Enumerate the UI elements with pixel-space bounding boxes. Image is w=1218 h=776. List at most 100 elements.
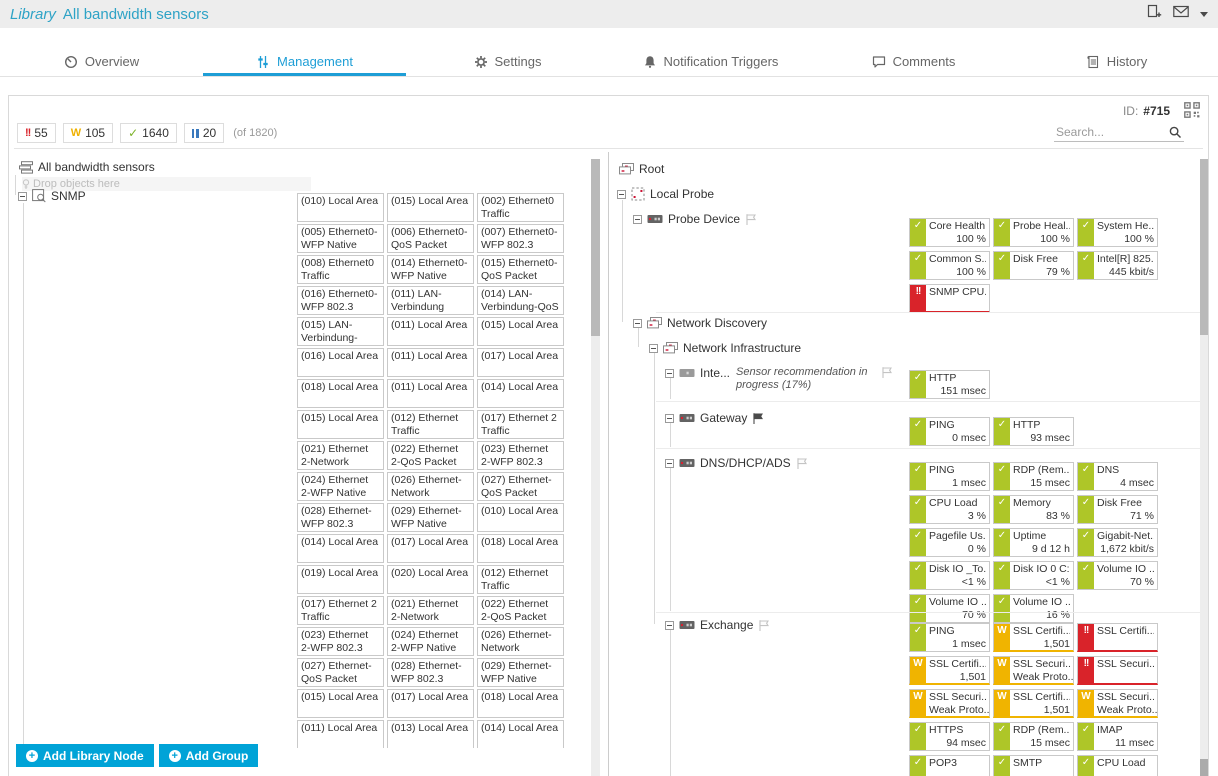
library-sensor-tile[interactable]: (008) Ethernet0 Traffic xyxy=(297,255,384,284)
library-sensor-tile[interactable]: (014) Local Area xyxy=(477,379,564,408)
sensor-tile[interactable]: ✓HTTP93 msec xyxy=(993,417,1074,446)
tree-node-network-discovery[interactable]: Network Discovery xyxy=(633,316,767,330)
library-sensor-tile[interactable]: (011) Local Area xyxy=(297,720,384,748)
scrollbar-end[interactable] xyxy=(1200,759,1209,776)
library-sensor-tile[interactable]: (014) Local Area xyxy=(297,534,384,563)
library-sensor-tile[interactable]: (017) Local Area xyxy=(387,534,474,563)
flag-icon[interactable] xyxy=(881,366,893,379)
warning-count-badge[interactable]: W 105 xyxy=(63,123,113,143)
library-sensor-tile[interactable]: (014) LAN-Verbindung-QoS xyxy=(477,286,564,315)
collapse-expander[interactable] xyxy=(665,621,674,630)
tree-node-exchange[interactable]: Exchange xyxy=(665,618,770,632)
qr-code-icon[interactable] xyxy=(1184,102,1200,123)
library-sensor-tile[interactable]: (017) Ethernet 2 Traffic xyxy=(297,596,384,625)
sensor-tile[interactable]: ✓Core Health100 % xyxy=(909,218,990,247)
tab-comments[interactable]: Comments xyxy=(812,50,1015,76)
library-sensor-tile[interactable]: (015) Ethernet0-QoS Packet xyxy=(477,255,564,284)
sensor-tile[interactable]: ✓Volume IO ...70 % xyxy=(909,594,990,623)
collapse-expander[interactable] xyxy=(617,190,626,199)
sensor-tile[interactable]: ✓Memory83 % xyxy=(993,495,1074,524)
library-sensor-tile[interactable]: (026) Ethernet-Network xyxy=(387,472,474,501)
breadcrumb[interactable]: Library xyxy=(10,6,56,23)
library-sensor-tile[interactable]: (029) Ethernet-WFP Native xyxy=(477,658,564,687)
error-count-badge[interactable]: !! 55 xyxy=(17,123,56,143)
library-sensor-tile[interactable]: (022) Ethernet 2-QoS Packet xyxy=(387,441,474,470)
flag-icon[interactable] xyxy=(796,457,808,470)
library-sensor-tile[interactable]: (006) Ethernet0-QoS Packet xyxy=(387,224,474,253)
tree-node-dns-dhcp-ads[interactable]: DNS/DHCP/ADS xyxy=(665,456,808,470)
tab-management[interactable]: Management xyxy=(203,50,406,76)
sensor-tile[interactable]: ✓Common S...100 % xyxy=(909,251,990,280)
tab-notification-triggers[interactable]: Notification Triggers xyxy=(609,50,812,76)
sensor-tile[interactable]: WSSL Securi...Weak Proto... xyxy=(1077,689,1158,718)
library-sensor-tile[interactable]: (011) Local Area xyxy=(387,348,474,377)
sensor-tile[interactable]: ✓Gigabit-Net...1,672 kbit/s xyxy=(1077,528,1158,557)
collapse-expander[interactable] xyxy=(633,215,642,224)
library-sensor-tile[interactable]: (017) Local Area xyxy=(477,348,564,377)
library-node-snmp[interactable]: SNMP xyxy=(18,189,86,203)
library-sensor-tile[interactable]: (014) Local Area xyxy=(477,720,564,748)
flag-icon[interactable] xyxy=(758,619,770,632)
library-sensor-tile[interactable]: (005) Ethernet0-WFP Native xyxy=(297,224,384,253)
scrollbar-thumb[interactable] xyxy=(591,159,600,336)
library-sensor-tile[interactable]: (027) Ethernet-QoS Packet xyxy=(297,658,384,687)
sensor-tile[interactable]: ✓Intel[R] 825...445 kbit/s xyxy=(1077,251,1158,280)
library-root-node[interactable]: All bandwidth sensors xyxy=(19,160,155,174)
library-sensor-tile[interactable]: (018) Local Area xyxy=(477,689,564,718)
tree-node-network-infrastructure[interactable]: Network Infrastructure xyxy=(649,341,801,355)
sensor-tile[interactable]: ✓POP3 xyxy=(909,755,990,776)
library-sensor-tile[interactable]: (023) Ethernet 2-WFP 802.3 xyxy=(477,441,564,470)
sensor-tile[interactable]: ✓Probe Heal...100 % xyxy=(993,218,1074,247)
tab-settings[interactable]: Settings xyxy=(406,50,609,76)
library-sensor-tile[interactable]: (011) Local Area xyxy=(387,317,474,346)
library-sensor-tile[interactable]: (018) Local Area xyxy=(477,534,564,563)
sensor-tile[interactable]: ✓PING1 msec xyxy=(909,623,990,652)
flag-icon[interactable] xyxy=(745,213,757,226)
sensor-tile[interactable]: ✓IMAP11 msec xyxy=(1077,722,1158,751)
library-sensor-tile[interactable]: (010) Local Area xyxy=(477,503,564,532)
collapse-expander[interactable] xyxy=(649,344,658,353)
sensor-tile[interactable]: ✓RDP (Rem...15 msec xyxy=(993,462,1074,491)
collapse-expander[interactable] xyxy=(633,319,642,328)
scrollbar-thumb[interactable] xyxy=(1200,159,1209,335)
add-library-node-button[interactable]: + Add Library Node xyxy=(16,744,154,767)
library-sensor-tile[interactable]: (011) Local Area xyxy=(387,379,474,408)
library-sensor-tile[interactable]: (010) Local Area xyxy=(297,193,384,222)
add-report-icon[interactable] xyxy=(1147,4,1162,24)
sensor-tile[interactable]: ✓DNS4 msec xyxy=(1077,462,1158,491)
sensor-tile[interactable]: ✓Disk Free71 % xyxy=(1077,495,1158,524)
tree-node-local-probe[interactable]: Local Probe xyxy=(617,187,714,201)
sensor-tile[interactable]: ✓System He...100 % xyxy=(1077,218,1158,247)
library-sensor-tile[interactable]: (013) Local Area xyxy=(387,720,474,748)
library-sensor-tile[interactable]: (007) Ethernet0-WFP 802.3 xyxy=(477,224,564,253)
sensor-tile[interactable]: ✓RDP (Rem...15 msec xyxy=(993,722,1074,751)
library-sensor-tile[interactable]: (029) Ethernet-WFP Native xyxy=(387,503,474,532)
sensor-tile[interactable]: ✓Disk IO 0 C:<1 % xyxy=(993,561,1074,590)
sensor-tile[interactable]: ✓PING1 msec xyxy=(909,462,990,491)
sensor-tile[interactable]: ✓Uptime9 d 12 h xyxy=(993,528,1074,557)
sensor-tile[interactable]: !!SSL Certifi... xyxy=(1077,623,1158,652)
collapse-expander[interactable] xyxy=(665,369,674,378)
library-sensor-tile[interactable]: (027) Ethernet-QoS Packet xyxy=(477,472,564,501)
library-sensor-tile[interactable]: (019) Local Area xyxy=(297,565,384,594)
sensor-tile[interactable]: ✓Volume IO ...70 % xyxy=(1077,561,1158,590)
tree-node-gateway[interactable]: Gateway xyxy=(665,411,764,425)
library-sensor-tile[interactable]: (028) Ethernet-WFP 802.3 xyxy=(297,503,384,532)
library-sensor-tile[interactable]: (012) Ethernet Traffic xyxy=(477,565,564,594)
sensor-tile[interactable]: WSSL Certifi...1,501 xyxy=(993,689,1074,718)
search-input[interactable]: Search... xyxy=(1054,124,1184,142)
library-sensor-tile[interactable]: (011) LAN-Verbindung xyxy=(387,286,474,315)
collapse-expander[interactable] xyxy=(665,414,674,423)
tree-node-internet-device[interactable]: Inte... xyxy=(665,366,730,380)
library-sensor-tile[interactable]: (015) Local Area xyxy=(297,410,384,439)
library-sensor-tile[interactable]: (015) LAN-Verbindung- xyxy=(297,317,384,346)
add-group-button[interactable]: + Add Group xyxy=(159,744,259,767)
library-sensor-tile[interactable]: (016) Ethernet0-WFP 802.3 xyxy=(297,286,384,315)
sensor-tile[interactable]: ✓CPU Load xyxy=(1077,755,1158,776)
sensor-tile[interactable]: WSSL Certifi...1,501 xyxy=(909,656,990,685)
library-sensor-tile[interactable]: (023) Ethernet 2-WFP 802.3 xyxy=(297,627,384,656)
library-sensor-tile[interactable]: (028) Ethernet-WFP 802.3 xyxy=(387,658,474,687)
library-sensor-tile[interactable]: (015) Local Area xyxy=(297,689,384,718)
library-sensor-tile[interactable]: (002) Ethernet0 Traffic xyxy=(477,193,564,222)
sensor-tile[interactable]: ✓HTTPS94 msec xyxy=(909,722,990,751)
